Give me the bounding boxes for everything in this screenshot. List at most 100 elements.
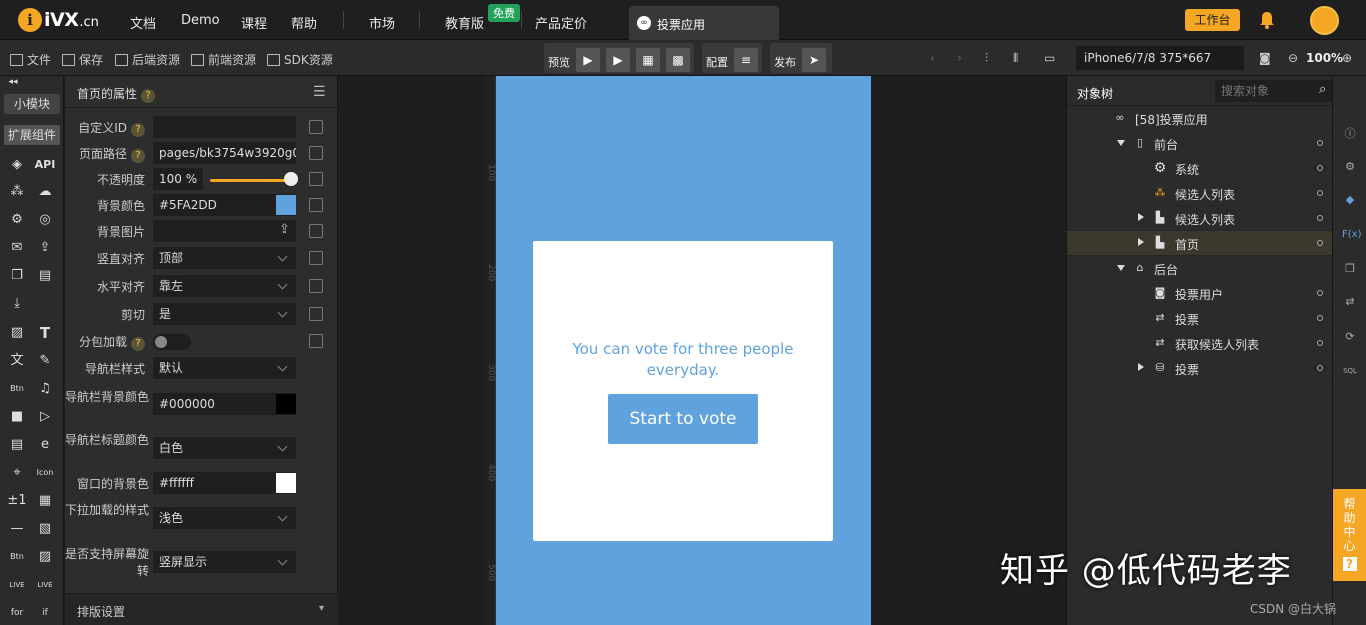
copy-icon[interactable]: [309, 172, 323, 186]
help-center-button[interactable]: 帮助中心 ?: [1333, 489, 1366, 581]
clip-select[interactable]: 是: [153, 303, 296, 325]
image-icon[interactable]: ▨: [8, 324, 26, 342]
nav-bg-input[interactable]: #000000: [153, 393, 296, 415]
subpackage-toggle[interactable]: [153, 334, 191, 350]
bg-color-input[interactable]: #5FA2DD: [153, 194, 296, 216]
upload-icon[interactable]: ⇪: [279, 222, 290, 237]
tree-node-candidates-page[interactable]: ▙ 候选人列表: [1067, 206, 1333, 231]
undo-icon[interactable]: ‹: [930, 51, 935, 65]
align-bars-icon[interactable]: ⦀: [1013, 51, 1018, 66]
play-debug-icon[interactable]: ▶: [606, 48, 630, 72]
sliders-icon[interactable]: ≡: [734, 48, 758, 72]
bg-image-input[interactable]: [153, 220, 296, 242]
nav-help[interactable]: 帮助: [291, 13, 317, 32]
visibility-dot[interactable]: [1317, 315, 1323, 321]
api-icon[interactable]: API: [34, 156, 56, 174]
tree-node-system[interactable]: ⚙ 系统: [1067, 156, 1333, 181]
copy-icon[interactable]: [309, 251, 323, 265]
nav-title-color-select[interactable]: 白色: [153, 437, 296, 459]
icon-component-icon[interactable]: Icon: [36, 464, 54, 482]
nav-style-select[interactable]: 默认: [153, 357, 296, 379]
device-icon[interactable]: ▭: [1044, 51, 1055, 65]
menu-icon[interactable]: ☰: [313, 84, 326, 100]
bell-icon[interactable]: [1259, 11, 1275, 29]
zoom-in-icon[interactable]: ⊕: [1342, 51, 1352, 65]
save-button[interactable]: 保存: [62, 51, 103, 68]
pull-style-select[interactable]: 浅色: [153, 507, 296, 529]
image-settings-icon[interactable]: ▧: [36, 520, 54, 538]
tree-node-candidates-data[interactable]: ⁂ 候选人列表: [1067, 181, 1333, 206]
tab-extensions[interactable]: 扩展组件: [4, 125, 60, 145]
device-select[interactable]: iPhone6/7/8 375*667: [1076, 46, 1244, 70]
edit-icon[interactable]: ✎: [36, 352, 54, 370]
custom-id-input[interactable]: [153, 116, 296, 138]
live-settings-icon[interactable]: LIVE: [36, 576, 54, 594]
media-icon[interactable]: ▷: [36, 408, 54, 426]
nav-courses[interactable]: 课程: [241, 13, 267, 32]
network-icon[interactable]: ⁂: [8, 183, 26, 201]
button-settings-icon[interactable]: Btn: [8, 548, 26, 566]
search-input[interactable]: [1215, 80, 1333, 102]
video-icon[interactable]: ■: [8, 408, 26, 426]
compass-icon[interactable]: ◎: [36, 211, 54, 229]
nav-demo[interactable]: Demo: [181, 13, 220, 28]
nav-pricing[interactable]: 产品定价: [535, 13, 587, 32]
download-icon[interactable]: ⤓: [8, 295, 26, 313]
expand-icon[interactable]: [1138, 363, 1144, 371]
help-icon[interactable]: ?: [141, 89, 156, 103]
for-loop-icon[interactable]: for: [8, 604, 26, 622]
tree-node-frontend[interactable]: ▯ 前台: [1067, 131, 1333, 156]
expand-icon[interactable]: [1138, 238, 1144, 246]
visibility-dot[interactable]: [1317, 165, 1323, 171]
layers-icon[interactable]: ◈: [8, 156, 26, 174]
h-align-select[interactable]: 靠左: [153, 275, 296, 297]
expand-icon[interactable]: [1138, 213, 1144, 221]
function-icon[interactable]: F(x): [1342, 227, 1361, 243]
tree-node-get-candidates[interactable]: ⇄ 获取候选人列表: [1067, 331, 1333, 356]
copy-icon[interactable]: [309, 307, 323, 321]
text-icon[interactable]: T: [36, 324, 54, 342]
location-icon[interactable]: ⌖: [8, 464, 26, 482]
copy-icon[interactable]: [309, 224, 323, 238]
workbench-button[interactable]: 工作台: [1185, 9, 1240, 31]
translate-icon[interactable]: 文: [8, 352, 26, 370]
nav-education[interactable]: 教育版: [445, 13, 484, 32]
copy-icon[interactable]: [309, 198, 323, 212]
transfer-icon[interactable]: ⇄: [1342, 294, 1358, 310]
image-edit-icon[interactable]: ▨: [36, 548, 54, 566]
sdk-resources-button[interactable]: SDK资源: [267, 51, 333, 68]
zoom-out-icon[interactable]: ⊖: [1288, 51, 1298, 65]
counter-icon[interactable]: ±1: [6, 492, 28, 510]
qrcode-alt-icon[interactable]: ▩: [666, 48, 690, 72]
visibility-dot[interactable]: [1317, 365, 1323, 371]
frontend-resources-button[interactable]: 前端资源: [191, 51, 256, 68]
window-bg-swatch[interactable]: [276, 473, 296, 493]
opacity-slider[interactable]: [210, 179, 288, 182]
file-menu[interactable]: 文件: [10, 51, 51, 68]
tree-node-backend[interactable]: ⌂ 后台: [1067, 256, 1333, 281]
qrcode-icon[interactable]: ▦: [636, 48, 660, 72]
event-icon[interactable]: ◆: [1342, 192, 1358, 208]
visibility-dot[interactable]: [1317, 340, 1323, 346]
music-icon[interactable]: ♫: [36, 380, 54, 398]
upload-icon[interactable]: ⇪: [36, 239, 54, 257]
phone-page[interactable]: You can vote for three people everyday. …: [496, 76, 871, 625]
opacity-input[interactable]: 100 %: [153, 168, 203, 190]
visibility-dot[interactable]: [1317, 240, 1323, 246]
visibility-dot[interactable]: [1317, 290, 1323, 296]
expand-icon[interactable]: [1117, 265, 1125, 271]
live-icon[interactable]: LIVE: [8, 576, 26, 594]
help-icon[interactable]: ?: [131, 123, 145, 137]
vote-card[interactable]: You can vote for three people everyday. …: [533, 241, 833, 541]
button-icon[interactable]: Btn: [8, 380, 26, 398]
copy-icon[interactable]: ❐: [1342, 261, 1358, 277]
play-icon[interactable]: ▶: [576, 48, 600, 72]
nav-bg-swatch[interactable]: [276, 394, 296, 414]
visibility-dot[interactable]: [1317, 140, 1323, 146]
tab-small-modules[interactable]: 小模块: [4, 94, 60, 114]
copy-icon[interactable]: [309, 146, 323, 160]
copy-icon[interactable]: [309, 120, 323, 134]
tree-node-vote-table[interactable]: ⛁ 投票: [1067, 356, 1333, 381]
rotate-select[interactable]: 竖屏显示: [153, 551, 296, 573]
avatar[interactable]: [1310, 6, 1339, 35]
